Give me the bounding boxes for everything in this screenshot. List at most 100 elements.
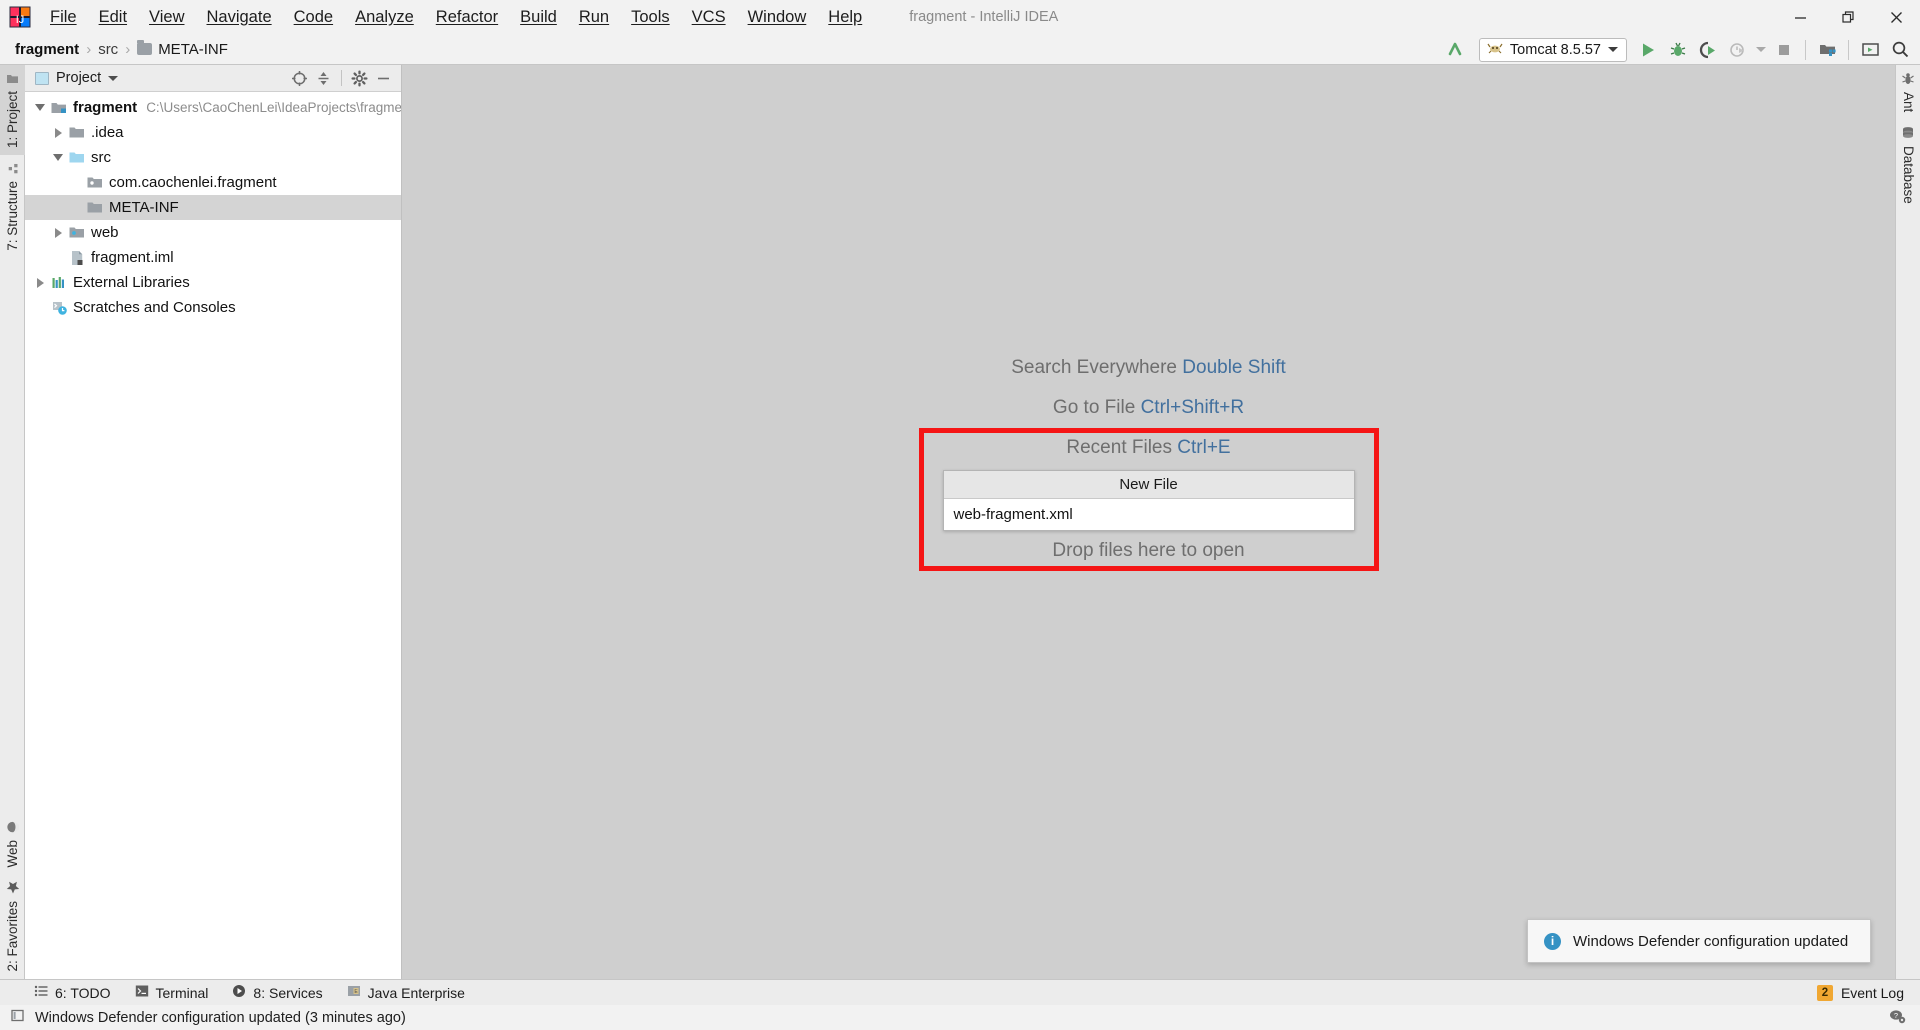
folder-source-icon xyxy=(67,151,87,164)
menu-vcs[interactable]: VCS xyxy=(681,4,737,31)
menu-file[interactable]: File xyxy=(39,4,88,31)
menu-help[interactable]: Help xyxy=(817,4,873,31)
breadcrumb-separator-2: › xyxy=(125,40,131,58)
services-play-icon xyxy=(232,984,246,1001)
tree-row-web[interactable]: web xyxy=(25,220,401,245)
sidebar-item-web[interactable]: Web xyxy=(0,814,25,875)
profiler-button[interactable] xyxy=(1724,37,1752,63)
main-body: 1: Project 7: Structure Web 2: Favorites… xyxy=(0,65,1920,979)
tree-toggle-expanded[interactable] xyxy=(31,104,49,111)
title-bar: IJ File Edit View Navigate Code Analyze … xyxy=(0,0,1920,34)
project-view-selector[interactable]: Project xyxy=(35,70,119,86)
database-icon xyxy=(1901,126,1916,140)
menu-view[interactable]: View xyxy=(138,4,195,31)
project-tool-window-title: Project xyxy=(56,70,102,86)
tree-row-meta-inf[interactable]: META-INF xyxy=(25,195,401,220)
tree-row-package[interactable]: com.caochenlei.fragment xyxy=(25,170,401,195)
select-opened-file-button[interactable] xyxy=(288,67,311,90)
sidebar-item-favorites[interactable]: 2: Favorites xyxy=(0,874,25,979)
breadcrumb-item-project[interactable]: fragment xyxy=(12,39,82,60)
terminal-icon xyxy=(135,984,149,1001)
collapse-all-button[interactable] xyxy=(312,67,335,90)
status-bar-message: Windows Defender configuration updated (… xyxy=(35,1009,406,1026)
minimize-button[interactable] xyxy=(1776,0,1824,34)
close-button[interactable] xyxy=(1872,0,1920,34)
breadcrumb-item-src[interactable]: src xyxy=(95,39,121,60)
menu-analyze[interactable]: Analyze xyxy=(344,4,425,31)
tree-row-scratches[interactable]: Scratches and Consoles xyxy=(25,295,401,320)
event-log-label: Event Log xyxy=(1840,984,1904,1001)
menu-run-label: Run xyxy=(578,7,610,26)
tree-row-fragment[interactable]: fragment C:\Users\CaoChenLei\IdeaProject… xyxy=(25,95,401,120)
event-log-button[interactable]: 2 Event Log xyxy=(1816,984,1904,1001)
run-button[interactable] xyxy=(1634,37,1662,63)
left-stripe-bottom-group: Web 2: Favorites xyxy=(0,814,24,979)
tree-row-iml[interactable]: fragment.iml xyxy=(25,245,401,270)
menu-code[interactable]: Code xyxy=(283,4,344,31)
menu-edit-label: Edit xyxy=(98,7,128,26)
menu-build[interactable]: Build xyxy=(509,4,568,31)
project-view-icon xyxy=(35,71,49,85)
breadcrumb-project-label: fragment xyxy=(15,40,80,58)
info-icon: i xyxy=(1544,932,1561,950)
bottom-item-java-enterprise-label: Java Enterprise xyxy=(367,984,465,1001)
new-file-popup[interactable]: New File web-fragment.xml xyxy=(942,470,1355,531)
bottom-item-todo[interactable]: 6: TODO xyxy=(34,984,111,1001)
tree-label-src: src xyxy=(91,149,111,166)
package-icon xyxy=(85,176,105,189)
editor-hints: Search Everywhere Double Shift Go to Fil… xyxy=(918,348,1379,571)
sidebar-item-database[interactable]: Database xyxy=(1896,119,1920,211)
menu-navigate[interactable]: Navigate xyxy=(196,4,283,31)
window-title: fragment - IntelliJ IDEA xyxy=(909,9,1059,25)
menu-bar: File Edit View Navigate Code Analyze Ref… xyxy=(39,4,873,31)
hint-recent-files: Recent Files Ctrl+E xyxy=(943,428,1355,468)
folder-gray-icon xyxy=(67,126,87,139)
sidebar-item-project[interactable]: 1: Project xyxy=(0,65,25,156)
tree-row-src[interactable]: src xyxy=(25,145,401,170)
profiler-dropdown[interactable] xyxy=(1754,37,1768,63)
chevron-down-icon xyxy=(1608,47,1618,52)
breadcrumb-item-metainf[interactable]: META-INF xyxy=(134,39,231,60)
sidebar-item-structure[interactable]: 7: Structure xyxy=(0,155,25,258)
status-bar: Windows Defender configuration updated (… xyxy=(0,1005,1920,1030)
tree-row-external-libraries[interactable]: External Libraries xyxy=(25,270,401,295)
popup-item-web-fragment[interactable]: web-fragment.xml xyxy=(943,499,1354,530)
project-structure-button[interactable] xyxy=(1813,37,1841,63)
stop-button[interactable] xyxy=(1770,37,1798,63)
notification-balloon[interactable]: i Windows Defender configuration updated xyxy=(1527,919,1871,963)
svg-text:IJ: IJ xyxy=(16,14,25,26)
bottom-item-java-enterprise[interactable]: E Java Enterprise xyxy=(347,984,465,1001)
folder-gray-icon-metainf xyxy=(85,201,105,214)
tree-toggle-collapsed-libs[interactable] xyxy=(31,277,49,288)
breadcrumb: fragment › src › META-INF xyxy=(0,39,231,60)
run-with-coverage-button[interactable] xyxy=(1694,37,1722,63)
help-settings-icon[interactable]: ? xyxy=(1888,1008,1906,1028)
status-message-icon[interactable] xyxy=(10,1008,25,1027)
hint-drop-files-text: Drop files here to open xyxy=(1052,540,1245,561)
tree-toggle-collapsed-idea[interactable] xyxy=(49,127,67,138)
menu-tools[interactable]: Tools xyxy=(620,4,681,31)
update-project-button[interactable] xyxy=(1441,37,1469,63)
menu-edit[interactable]: Edit xyxy=(88,4,138,31)
tree-toggle-expanded-src[interactable] xyxy=(49,154,67,161)
bottom-item-terminal[interactable]: Terminal xyxy=(135,984,209,1001)
debug-button[interactable] xyxy=(1664,37,1692,63)
menu-refactor[interactable]: Refactor xyxy=(425,4,509,31)
tree-row-idea[interactable]: .idea xyxy=(25,120,401,145)
terminal-window-button[interactable] xyxy=(1856,37,1884,63)
bottom-item-terminal-label: Terminal xyxy=(155,984,209,1001)
maximize-button[interactable] xyxy=(1824,0,1872,34)
search-button[interactable] xyxy=(1886,37,1914,63)
bottom-item-services[interactable]: 8: Services xyxy=(232,984,323,1001)
menu-window[interactable]: Window xyxy=(737,4,818,31)
settings-button[interactable] xyxy=(348,67,371,90)
hide-tool-window-button[interactable] xyxy=(372,67,395,90)
sidebar-item-ant[interactable]: Ant xyxy=(1896,65,1920,119)
tree-toggle-collapsed-web[interactable] xyxy=(49,227,67,238)
main-toolbar: Tomcat 8.5.57 xyxy=(1441,34,1914,65)
svg-text:?: ? xyxy=(1894,1011,1898,1020)
run-configuration-selector[interactable]: Tomcat 8.5.57 xyxy=(1478,37,1627,62)
project-tree[interactable]: fragment C:\Users\CaoChenLei\IdeaProject… xyxy=(25,92,401,979)
tree-label-fragment: fragment xyxy=(73,99,138,116)
menu-run[interactable]: Run xyxy=(568,4,620,31)
